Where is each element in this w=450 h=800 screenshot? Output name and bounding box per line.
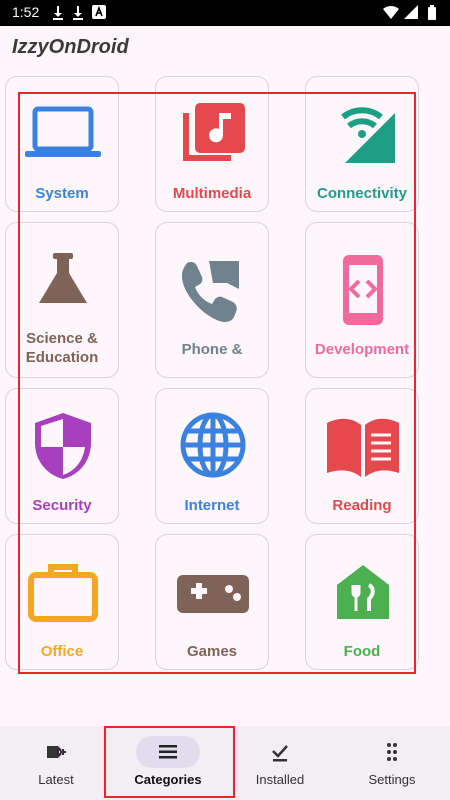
nav-label: Installed (255, 772, 305, 787)
annotation-box-categories-tab (104, 726, 235, 798)
download-icon (53, 6, 63, 20)
annotation-box-categories (18, 92, 416, 674)
nav-settings[interactable]: Settings (336, 726, 448, 800)
download-icon (73, 6, 83, 20)
nav-installed[interactable]: Installed (224, 726, 336, 800)
new-releases-icon (47, 746, 66, 758)
status-system-icons (382, 4, 440, 27)
nav-label: Latest (38, 772, 74, 787)
battery-icon (428, 5, 436, 20)
apps-grid-icon (387, 743, 397, 761)
cell-signal-icon (404, 5, 418, 19)
app-title: IzzyOnDroid (12, 36, 129, 58)
wifi-icon (383, 5, 399, 19)
status-bar: 1:52 (0, 0, 450, 26)
nav-latest[interactable]: Latest (0, 726, 112, 800)
download-done-icon (272, 745, 288, 762)
nav-label: Settings (368, 772, 416, 787)
app-notification-icon (92, 5, 106, 19)
status-time: 1:52 (12, 4, 40, 20)
status-notification-icons (52, 4, 112, 27)
